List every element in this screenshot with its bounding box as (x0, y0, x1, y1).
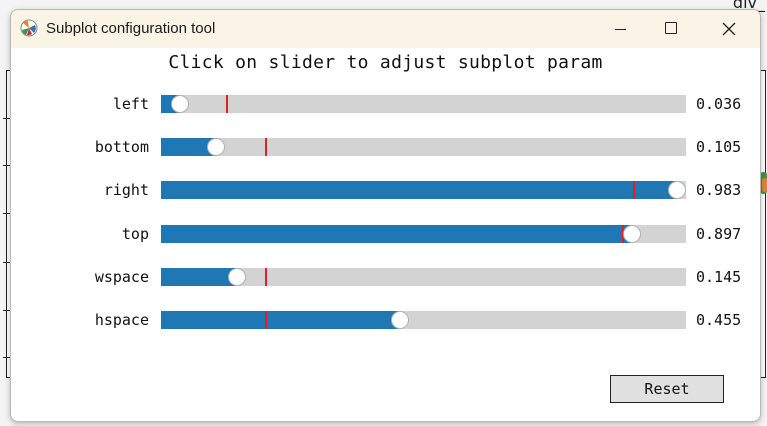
slider-initial-marker (265, 311, 267, 329)
subplot-config-dialog: Subplot configuration tool Click on slid… (10, 9, 761, 422)
slider-row-right: right 0.983 (11, 180, 760, 200)
slider-track[interactable] (161, 181, 687, 199)
slider-value: 0.036 (696, 95, 742, 113)
slider-fill (161, 225, 632, 243)
background-plot-line (762, 178, 767, 192)
slider-row-top: top 0.897 (11, 224, 760, 244)
title-bar[interactable]: Subplot configuration tool (11, 10, 760, 48)
slider-label: top (121, 225, 149, 243)
slider-handle[interactable] (668, 181, 687, 199)
slider-track[interactable] (161, 95, 686, 113)
slider-initial-marker (225, 95, 228, 113)
slider-label: hspace (94, 311, 149, 329)
slider-value: 0.455 (696, 311, 742, 329)
slider-initial-marker (265, 268, 267, 286)
slider-initial-marker (632, 181, 635, 199)
slider-handle[interactable] (390, 311, 409, 329)
slider-value: 0.105 (696, 138, 742, 156)
slider-fill (161, 268, 238, 286)
slider-value: 0.897 (696, 225, 742, 243)
slider-fill (161, 181, 678, 199)
slider-handle[interactable] (207, 138, 226, 156)
slider-label: left (112, 95, 149, 113)
slider-track[interactable] (161, 311, 686, 329)
slider-handle[interactable] (622, 225, 641, 243)
close-icon (722, 22, 736, 36)
slider-handle[interactable] (228, 268, 247, 286)
slider-value: 0.983 (696, 181, 742, 199)
slider-track[interactable] (161, 138, 686, 156)
slider-label: wspace (94, 268, 149, 286)
slider-label: right (103, 181, 149, 199)
slider-row-left: left 0.036 (11, 94, 760, 114)
slider-row-hspace: hspace 0.455 (11, 310, 760, 330)
maximize-button[interactable] (648, 10, 694, 48)
matplotlib-icon (20, 19, 38, 37)
slider-row-bottom: bottom 0.105 (11, 137, 760, 157)
slider-track[interactable] (161, 268, 686, 286)
reset-button[interactable]: Reset (610, 375, 724, 403)
slider-value: 0.145 (696, 268, 742, 286)
slider-track[interactable] (161, 225, 686, 243)
slider-initial-marker (265, 138, 267, 156)
slider-handle[interactable] (170, 95, 189, 113)
slider-fill (161, 311, 400, 329)
minimize-icon (615, 29, 626, 30)
close-button[interactable] (706, 10, 752, 48)
minimize-button[interactable] (598, 10, 644, 48)
maximize-icon (665, 22, 677, 34)
slider-row-wspace: wspace 0.145 (11, 267, 760, 287)
window-title: Subplot configuration tool (46, 20, 216, 37)
slider-label: bottom (94, 138, 149, 156)
instruction-heading: Click on slider to adjust subplot param (168, 52, 603, 73)
